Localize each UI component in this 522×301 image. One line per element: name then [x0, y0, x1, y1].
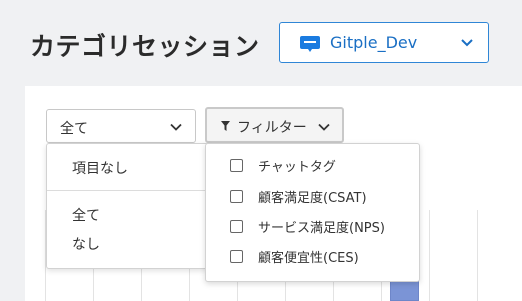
filter-option-label: 顧客満足度(CSAT)	[258, 190, 367, 206]
funnel-icon	[221, 121, 230, 131]
chevron-down-icon	[318, 123, 330, 131]
category-dropdown-menu: 項目なし 全て なし	[46, 143, 210, 269]
chevron-down-icon	[461, 39, 473, 47]
checkbox[interactable]	[230, 189, 243, 203]
menu-item-nothing[interactable]: なし	[72, 234, 100, 254]
checkbox[interactable]	[230, 158, 243, 172]
grid-line	[429, 210, 430, 301]
menu-divider	[47, 190, 209, 191]
grid-line	[477, 210, 478, 301]
chevron-down-icon	[170, 123, 182, 131]
workspace-label: Gitple_Dev	[330, 33, 418, 52]
workspace-select[interactable]: Gitple_Dev	[279, 22, 489, 63]
filter-option-chat-tag[interactable]: チャットタグ	[230, 155, 336, 175]
filter-option-nps[interactable]: サービス満足度(NPS)	[230, 216, 385, 236]
chat-screen-icon	[300, 36, 320, 52]
category-select[interactable]: 全て	[46, 109, 196, 143]
filter-dropdown-menu: チャットタグ 顧客満足度(CSAT) サービス満足度(NPS) 顧客便宜性(CE…	[205, 143, 420, 282]
filter-button[interactable]: フィルター	[205, 107, 344, 143]
menu-item-all[interactable]: 全て	[72, 205, 100, 225]
filter-option-label: サービス満足度(NPS)	[258, 220, 385, 236]
filter-option-label: チャットタグ	[258, 159, 336, 175]
category-select-value: 全て	[60, 121, 88, 137]
filter-option-ces[interactable]: 顧客便宜性(CES)	[230, 246, 359, 266]
filter-button-label: フィルター	[237, 120, 307, 136]
page-title: カテゴリセッション	[30, 32, 260, 61]
filter-option-csat[interactable]: 顧客満足度(CSAT)	[230, 186, 367, 206]
filter-option-label: 顧客便宜性(CES)	[258, 250, 359, 266]
checkbox[interactable]	[230, 249, 243, 263]
checkbox[interactable]	[230, 219, 243, 233]
menu-item-none[interactable]: 項目なし	[72, 158, 128, 178]
